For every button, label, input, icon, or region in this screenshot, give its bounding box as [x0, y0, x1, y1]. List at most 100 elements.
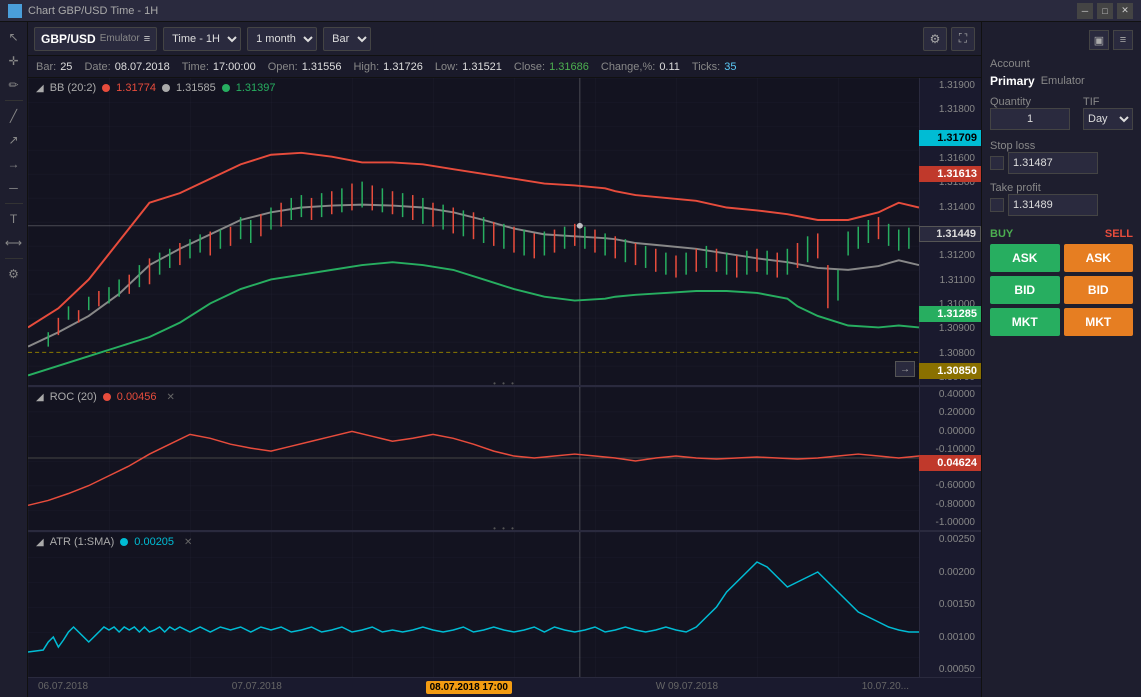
roc-current-badge: 0.04624	[919, 455, 981, 471]
minimize-button[interactable]: ─	[1077, 3, 1093, 19]
buy-bid-button[interactable]: BID	[990, 276, 1060, 304]
current-price-badge: 1.31285	[919, 306, 981, 322]
ohlc-ticks: Ticks: 35	[692, 61, 737, 73]
ohlc-change: Change,%: 0.11	[601, 61, 680, 73]
account-section-label: Account	[990, 58, 1133, 70]
sell-bid-button[interactable]: BID	[1064, 276, 1134, 304]
atr-close-button[interactable]: ✕	[184, 537, 192, 548]
price-1: 1.31900	[922, 80, 979, 91]
roc-icon: ◢	[36, 392, 44, 403]
line-tool[interactable]: ╱	[3, 105, 25, 127]
sell-ask-button[interactable]: ASK	[1064, 244, 1134, 272]
close-button[interactable]: ✕	[1117, 3, 1133, 19]
roc-resize-handle[interactable]: • • •	[28, 526, 981, 530]
main-chart-resize-handle[interactable]: • • •	[28, 381, 981, 385]
ohlc-bar-num: Bar: 25	[36, 61, 72, 73]
time-label-4: W 09.07.2018	[656, 681, 718, 694]
buy-mkt-button[interactable]: MKT	[990, 308, 1060, 336]
ohlc-high: High: 1.31726	[353, 61, 422, 73]
settings-tool[interactable]: ⚙	[3, 263, 25, 285]
maximize-button[interactable]: □	[1097, 3, 1113, 19]
horizontal-line-tool[interactable]: ─	[3, 177, 25, 199]
crosshair-tool[interactable]: ✛	[3, 50, 25, 72]
right-top-icons: ▣ ≡	[990, 30, 1133, 50]
take-profit-input[interactable]	[1008, 194, 1098, 216]
scroll-right-button[interactable]: →	[895, 361, 915, 377]
atr-icon: ◢	[36, 537, 44, 548]
chart-type-select[interactable]: Bar	[323, 27, 371, 51]
pencil-tool[interactable]: ✏	[3, 74, 25, 96]
ohlc-open: Open: 1.31556	[268, 61, 342, 73]
buy-ask-button[interactable]: ASK	[990, 244, 1060, 272]
roc-panel[interactable]: ◢ ROC (20) 0.00456 ✕ AUTO	[28, 387, 981, 532]
stop-loss-input[interactable]	[1008, 152, 1098, 174]
resize-dots: • • •	[493, 379, 516, 388]
ray-tool[interactable]: →	[3, 153, 25, 175]
take-profit-row	[990, 194, 1133, 216]
ohlc-close: Close: 1.31686	[514, 61, 589, 73]
price-9: 1.31100	[922, 275, 979, 286]
measure-tool[interactable]: ⟷	[3, 232, 25, 254]
chart-panels: AUTO ◢ BB (20:2) 1.31774 1.31585 1.31397	[28, 78, 981, 697]
instrument-selector[interactable]: GBP/USD Emulator ≡	[34, 27, 157, 51]
time-label-3: 08.07.2018 17:00	[426, 681, 512, 694]
atr-value: 0.00205	[134, 536, 174, 548]
ohlc-bar: Bar: 25 Date: 08.07.2018 Time: 17:00:00 …	[28, 56, 981, 78]
stop-loss-checkbox[interactable]	[990, 156, 1004, 170]
atr-chart-svg	[28, 532, 919, 677]
bid-row: BID BID	[990, 276, 1133, 304]
tif-select[interactable]: Day GTC IOC	[1083, 108, 1133, 130]
tif-label: TIF	[1083, 96, 1133, 108]
mkt-row: MKT MKT	[990, 308, 1133, 336]
cursor-tool[interactable]: ↖	[3, 26, 25, 48]
time-label-2: 07.07.2018	[232, 681, 282, 694]
toolbar-sep-1	[5, 100, 23, 101]
chart-fullscreen-button[interactable]: ⛶	[951, 27, 975, 51]
roc-indicator-name: ROC (20)	[50, 391, 97, 403]
roc-label: ◢ ROC (20) 0.00456 ✕	[36, 391, 175, 403]
roc-value: 0.00456	[117, 391, 157, 403]
price-6: 1.31400	[922, 202, 979, 213]
stop-loss-section: Stop loss	[990, 140, 1133, 178]
bb-dot-3	[222, 84, 230, 92]
take-profit-checkbox[interactable]	[990, 198, 1004, 212]
main-chart-panel[interactable]: AUTO ◢ BB (20:2) 1.31774 1.31585 1.31397	[28, 78, 981, 387]
atr-label: ◢ ATR (1:SMA) 0.00205 ✕	[36, 536, 192, 548]
text-tool[interactable]: T	[3, 208, 25, 230]
atr-indicator-name: ATR (1:SMA)	[50, 536, 115, 548]
panel-icon-2[interactable]: ≡	[1113, 30, 1133, 50]
bb-dot-1	[102, 84, 110, 92]
time-labels: 06.07.2018 07.07.2018 08.07.2018 17:00 W…	[28, 681, 919, 694]
pivot-price-badge: 1.30850	[919, 363, 981, 379]
buy-header-label: BUY	[990, 228, 1013, 240]
roc-resize-dots: • • •	[493, 524, 516, 533]
ohlc-date: Date: 08.07.2018	[84, 61, 169, 73]
account-row: Primary Emulator	[990, 74, 1133, 88]
stop-loss-row	[990, 152, 1133, 174]
instrument-name: GBP/USD	[41, 32, 96, 46]
instrument-sub: Emulator	[100, 33, 140, 44]
quantity-input[interactable]	[990, 108, 1070, 130]
right-panel: ▣ ≡ Account Primary Emulator Quantity TI…	[981, 22, 1141, 697]
ohlc-low: Low: 1.31521	[435, 61, 502, 73]
stop-loss-label: Stop loss	[990, 140, 1133, 152]
main-container: ↖ ✛ ✏ ╱ ↗ → ─ T ⟷ ⚙ GBP/USD Emulator ≡ T…	[0, 22, 1141, 697]
take-profit-section: Take profit	[990, 182, 1133, 220]
bid-price-badge: 1.31709	[919, 130, 981, 146]
time-axis: 06.07.2018 07.07.2018 08.07.2018 17:00 W…	[28, 677, 981, 697]
timeframe-select[interactable]: Time - 1H	[163, 27, 241, 51]
take-profit-label: Take profit	[990, 182, 1133, 194]
panel-icon-1[interactable]: ▣	[1089, 30, 1109, 50]
bb-val-2: 1.31585	[176, 82, 216, 94]
roc-close-button[interactable]: ✕	[167, 392, 175, 403]
sell-mkt-button[interactable]: MKT	[1064, 308, 1134, 336]
price-12: 1.30800	[922, 348, 979, 359]
trend-line-tool[interactable]: ↗	[3, 129, 25, 151]
price-2: 1.31800	[922, 104, 979, 115]
chart-settings-button[interactable]: ⚙	[923, 27, 947, 51]
roc-dot	[103, 393, 111, 401]
atr-panel[interactable]: ◢ ATR (1:SMA) 0.00205 ✕ AUTO	[28, 532, 981, 677]
quantity-label: Quantity	[990, 96, 1070, 108]
time-label-5: 10.07.20...	[862, 681, 909, 694]
period-select[interactable]: 1 month	[247, 27, 317, 51]
